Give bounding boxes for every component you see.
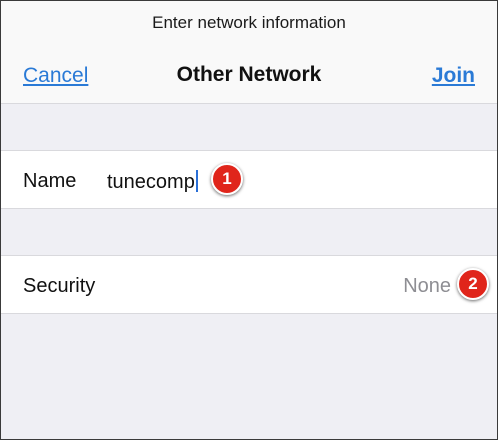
join-button[interactable]: Join <box>432 64 475 88</box>
navigation-bar: Enter network information Cancel Other N… <box>1 1 497 104</box>
callout-badge-1: 1 <box>211 163 243 195</box>
cancel-button[interactable]: Cancel <box>23 64 88 88</box>
name-row[interactable]: Name tunecomp 1 <box>1 150 497 209</box>
name-field-value: tunecomp <box>107 171 195 193</box>
security-label: Security <box>23 275 96 297</box>
security-row[interactable]: Security None 2 <box>1 255 497 314</box>
prompt-text: Enter network information <box>152 13 346 32</box>
security-value: None <box>403 275 451 297</box>
callout-badge-2: 2 <box>457 268 489 300</box>
network-settings-screen: Enter network information Cancel Other N… <box>0 0 498 440</box>
text-cursor <box>195 170 198 192</box>
name-field[interactable]: tunecomp <box>107 170 198 194</box>
name-label: Name <box>23 170 77 192</box>
